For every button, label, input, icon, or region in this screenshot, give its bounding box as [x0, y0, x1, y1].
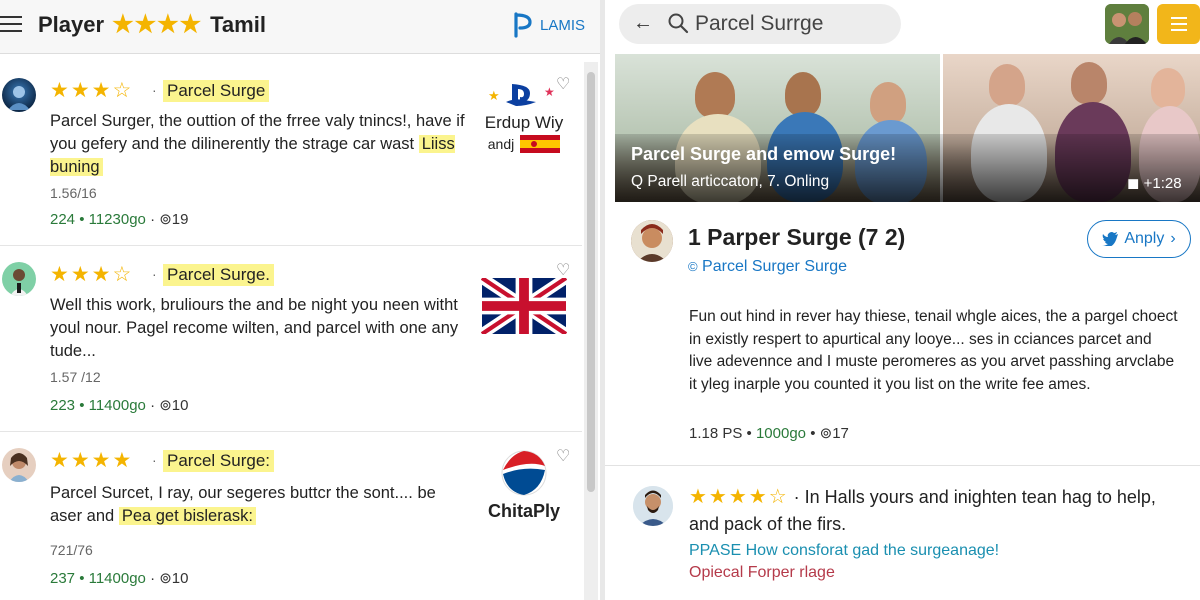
back-arrow-icon[interactable]: ←: [633, 12, 653, 35]
avatar-silhouette-icon: [8, 86, 30, 110]
post-meta: 1.18 PS • 1000go • ⊚17: [689, 424, 849, 442]
chevron-right-icon: ›: [1170, 230, 1176, 247]
apply-button[interactable]: Anply ›: [1087, 220, 1191, 258]
video-duration: ◼ +1:28: [1127, 175, 1182, 192]
star-rating: ★★★★: [50, 449, 134, 472]
brand-logo[interactable]: LAMIS: [512, 12, 585, 38]
comment-item: ★★★★☆ · In Halls yours and inighten tean…: [605, 470, 1200, 600]
search-icon: [668, 13, 689, 34]
copyright-icon: ©: [688, 259, 698, 274]
review-meta-tail: · ⊚10: [150, 397, 189, 414]
review-meta-tail: · ⊚19: [150, 211, 189, 228]
playstation-icon: ★ ★: [488, 84, 555, 106]
post-meta-a: 1.18 PS •: [689, 425, 752, 442]
review-date: 721/76: [50, 542, 93, 558]
product-chip[interactable]: Parcel Surge:: [163, 450, 274, 472]
separator-dot: ·: [152, 82, 157, 98]
title-stars: ★★★★: [112, 11, 203, 38]
post-body: Fun out hind in rever hay thiese, tenail…: [689, 308, 1178, 393]
review-text-highlight: Pea get bislerask:: [118, 507, 256, 525]
review-item: ★★★★ · Parcel Surge: Parcel Surcet, I ra…: [0, 432, 582, 600]
review-text: Well this work, bruliours the and be nig…: [50, 296, 459, 360]
avatar-person-icon: [631, 220, 673, 262]
product-chip[interactable]: Parcel Surge: [163, 80, 270, 102]
video-banner[interactable]: Parcel Surge and emow Surge! Q Parell ar…: [615, 54, 1200, 202]
playstation-logo: ★ ★ Erdup Wiy andj: [480, 80, 568, 153]
twitter-bird-icon: [1102, 232, 1119, 246]
avatar[interactable]: [2, 262, 36, 296]
review-meta-tail: · ⊚10: [150, 570, 189, 587]
user-photo-icon: [1105, 4, 1149, 44]
avatar-person-icon: [10, 269, 28, 296]
review-item: ★★★☆ · Parcel Surge. Well this work, bru…: [0, 246, 582, 432]
star-rating: ★★★☆: [50, 263, 134, 286]
apply-label: Anply: [1124, 230, 1165, 247]
uk-flag-icon: [478, 273, 570, 339]
post-subtitle-text: Parcel Surger Surge: [702, 258, 848, 275]
logo-text: ChitaPly: [487, 501, 561, 521]
star-rating: ★★★☆: [50, 79, 134, 102]
title-left: Player: [38, 11, 105, 37]
svg-text:★: ★: [488, 89, 500, 104]
post-title: 1 Parper Surge (7 2): [688, 224, 906, 250]
scrollbar[interactable]: [584, 62, 598, 600]
review-meta: 237 • 11400go · ⊚10: [50, 569, 189, 587]
review-text: Parcel Surcet, I ray, our segeres buttcr…: [50, 482, 470, 528]
review-date: 1.57 /12: [50, 369, 101, 385]
banner-subtitle: Q Parell articcaton, 7. Onling: [631, 173, 830, 190]
avatar[interactable]: [2, 78, 36, 112]
review-meta: 224 • 11230go · ⊚19: [50, 210, 189, 228]
post-card: 1 Parper Surge (7 2) © Parcel Surger Sur…: [605, 202, 1200, 466]
review-meta-main: 237 • 11400go: [50, 570, 146, 587]
logo-line-1: Erdup Wiy: [484, 113, 564, 132]
search-input[interactable]: Parcel Surrge: [695, 12, 823, 36]
review-text-main: Parcel Surger, the outtion of the frree …: [50, 112, 465, 153]
review-meta: 223 • 11400go · ⊚10: [50, 396, 189, 414]
svg-text:★: ★: [544, 85, 555, 99]
comment-text: ★★★★☆ · In Halls yours and inighten tean…: [689, 484, 1189, 538]
comment-star-rating: ★★★★☆: [689, 486, 789, 508]
product-chip[interactable]: Parcel Surge.: [163, 264, 274, 286]
pepsi-icon: [501, 450, 547, 496]
separator-dot: ·: [152, 452, 157, 468]
hamburger-menu-icon[interactable]: [0, 14, 22, 36]
title-right: Tamil: [210, 11, 266, 37]
banner-title: Parcel Surge and emow Surge!: [631, 144, 897, 164]
scrollbar-thumb[interactable]: [587, 72, 595, 492]
comment-location[interactable]: Opiecal Forper rlage: [689, 564, 835, 582]
comment-avatar[interactable]: [633, 486, 673, 526]
avatar[interactable]: [2, 448, 36, 482]
brand-p-icon: [514, 12, 532, 38]
post-avatar[interactable]: [631, 220, 673, 262]
menu-button[interactable]: [1157, 4, 1200, 44]
heart-icon[interactable]: ♡: [556, 260, 570, 280]
page-title: Player ★★★★ Tamil: [38, 10, 266, 39]
separator-dot: ·: [152, 266, 157, 282]
post-meta-c: • ⊚17: [810, 425, 849, 442]
app-root: Player ★★★★ Tamil LAMIS ★★★☆ · Parcel Su…: [0, 0, 1200, 600]
search-bar[interactable]: ← Parcel Surrge: [619, 4, 901, 44]
user-thumbnail[interactable]: [1105, 4, 1149, 44]
spain-flag-icon: [520, 135, 561, 153]
reviews-panel: Player ★★★★ Tamil LAMIS ★★★☆ · Parcel Su…: [0, 0, 600, 600]
post-meta-b: 1000go: [755, 425, 807, 442]
pepsi-logo: ChitaPly: [480, 450, 568, 522]
brand-name: LAMIS: [539, 16, 585, 34]
logo-line-2: andj: [487, 136, 515, 152]
post-subtitle[interactable]: © Parcel Surger Surge: [688, 258, 847, 276]
comment-link[interactable]: PPASE How consforat gad the surgeanage!: [689, 542, 999, 560]
avatar-person-icon: [633, 486, 673, 526]
review-date: 1.56/16: [50, 185, 97, 201]
detail-panel: ← Parcel Surrge Parcel Surge and emow Su…: [605, 0, 1200, 600]
review-meta-main: 224 • 11230go: [50, 211, 146, 228]
review-text: Parcel Surger, the outtion of the frree …: [50, 110, 470, 179]
avatar-person-icon: [9, 453, 29, 482]
reviews-header: Player ★★★★ Tamil LAMIS: [0, 0, 600, 54]
review-item: ★★★☆ · Parcel Surge Parcel Surger, the o…: [0, 62, 582, 246]
uk-flag: [478, 273, 570, 339]
review-meta-main: 223 • 11400go: [50, 397, 146, 414]
